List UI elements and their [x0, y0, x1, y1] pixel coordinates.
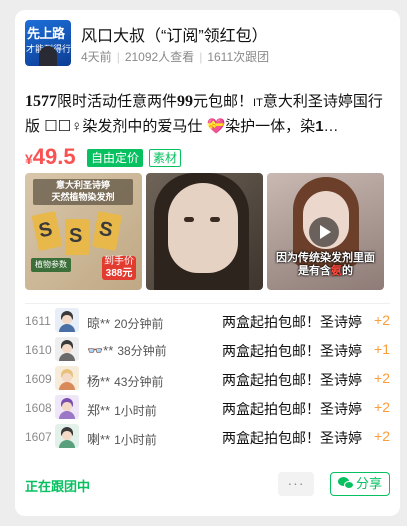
order-number: 1607 — [25, 430, 52, 444]
order-time: 43分钟前 — [114, 375, 164, 389]
free-pricing-tag: 自由定价 — [87, 149, 144, 167]
shop-name[interactable]: 风口大叔（“订阅”领红包） — [81, 22, 268, 46]
order-row[interactable]: 1611 晾** 20分钟前 两盒起拍包邮！圣诗婷 +2 — [25, 306, 390, 335]
product-video-thumbnail[interactable]: 因为传统染发剂里面 是有含氨的 — [267, 173, 384, 290]
packaging-banner: 意大利圣诗婷 天然植物染发剂 — [33, 179, 133, 205]
product-box: S — [31, 210, 63, 252]
order-description: 两盒起拍包邮！圣诗婷 — [222, 372, 362, 388]
product-box: S — [65, 219, 89, 255]
title-ellipsis: … — [323, 118, 339, 135]
wechat-icon — [337, 477, 354, 490]
user-avatar — [55, 395, 79, 419]
price: ¥49.5 — [25, 144, 76, 170]
order-number: 1611 — [25, 314, 51, 328]
model-eye — [184, 217, 194, 222]
user-avatar — [55, 308, 79, 332]
product-image-model[interactable] — [146, 173, 263, 290]
user-name: 郑** — [87, 403, 111, 418]
follower-count: 1611次跟团 — [207, 50, 270, 64]
logo-text: 先上路 — [27, 26, 65, 41]
price-value: 49.5 — [32, 144, 76, 169]
product-box: S — [92, 211, 122, 251]
title-bold-text: 1 — [315, 118, 324, 135]
caption-text: 是有含 — [298, 265, 331, 277]
currency-symbol: ¥ — [25, 151, 33, 167]
order-time: 1小时前 — [114, 404, 157, 418]
shop-avatar[interactable]: 先上路 才能到得行者 — [25, 20, 71, 66]
order-number: 1609 — [25, 372, 52, 386]
more-options-button[interactable]: ··· — [278, 472, 314, 496]
user-name: 👓** — [87, 343, 114, 358]
user-name: 杨** — [87, 374, 111, 389]
title-number: 1577 — [25, 93, 57, 110]
caption-text: 的 — [342, 265, 353, 277]
title-text: 限时活动任意两件 — [57, 93, 178, 110]
title-text: 染发剂中的爱马仕 💝染护一体，染 — [82, 118, 316, 135]
order-number: 1610 — [25, 343, 52, 357]
order-user: 👓** 38分钟前 — [87, 342, 167, 359]
order-quantity: +2 — [374, 370, 390, 386]
promo-price-value: 388元 — [105, 268, 133, 279]
title-small-text: IT — [253, 97, 263, 109]
order-row[interactable]: 1610 👓** 38分钟前 两盒起拍包邮！圣诗婷 +1 — [25, 335, 390, 364]
video-caption-line2: 是有含氨的 — [267, 265, 384, 278]
order-number: 1608 — [25, 401, 52, 415]
order-time: 20分钟前 — [114, 317, 164, 331]
order-user: 杨** 43分钟前 — [87, 371, 163, 390]
caption-highlight: 氨 — [331, 265, 342, 277]
order-quantity: +2 — [374, 399, 390, 415]
view-count: 21092人查看 — [124, 50, 195, 64]
model-eye — [210, 217, 220, 222]
user-avatar — [55, 366, 79, 390]
order-user: 喇** 1小时前 — [87, 429, 157, 448]
order-time: 1小时前 — [114, 433, 157, 447]
order-row[interactable]: 1607 喇** 1小时前 两盒起拍包邮！圣诗婷 +2 — [25, 422, 390, 451]
packaging-banner-line2: 天然植物染发剂 — [51, 192, 115, 202]
play-icon[interactable] — [309, 217, 339, 247]
order-user: 郑** 1小时前 — [87, 400, 157, 419]
order-description: 两盒起拍包邮！圣诗婷 — [222, 314, 362, 330]
ingredient-label: 植物参数 — [31, 258, 71, 272]
posted-time: 4天前 — [81, 50, 112, 64]
user-avatar — [55, 337, 79, 361]
shop-stats: 4天前 | 21092人查看 | 1611次跟团 — [81, 48, 269, 65]
divider — [25, 303, 390, 304]
logo-person-figure — [39, 46, 57, 66]
stats-divider: | — [199, 50, 203, 64]
material-tag[interactable]: 素材 — [149, 149, 182, 167]
video-caption: 因为传统染发剂里面 是有含氨的 — [267, 252, 384, 278]
packaging-banner-line1: 意大利圣诗婷 — [55, 180, 110, 190]
order-row[interactable]: 1608 郑** 1小时前 两盒起拍包邮！圣诗婷 +2 — [25, 393, 390, 422]
promo-price-tag: 到手价 388元 — [102, 256, 136, 280]
share-label: 分享 — [355, 476, 382, 491]
share-button[interactable]: 分享 — [330, 472, 390, 496]
order-description: 两盒起拍包邮！圣诗婷 — [222, 430, 362, 446]
product-title[interactable]: 1577限时活动任意两件99元包邮！IT意大利圣诗婷国行版 ☐☐♀染发剂中的爱马… — [25, 90, 390, 138]
order-user: 晾** 20分钟前 — [87, 313, 163, 332]
user-name: 喇** — [87, 432, 111, 447]
product-image-packaging[interactable]: 意大利圣诗婷 天然植物染发剂 S S S 植物参数 到手价 388元 — [25, 173, 142, 290]
title-emoji-icons: ☐☐♀ — [44, 118, 83, 135]
order-description: 两盒起拍包邮！圣诗婷 — [222, 343, 362, 359]
order-row[interactable]: 1609 杨** 43分钟前 两盒起拍包邮！圣诗婷 +2 — [25, 364, 390, 393]
title-text: 元包邮！ — [193, 93, 254, 110]
order-quantity: +2 — [374, 428, 390, 444]
order-list: 1611 晾** 20分钟前 两盒起拍包邮！圣诗婷 +2 1610 👓** 38分钟… — [25, 306, 390, 451]
video-caption-line1: 因为传统染发剂里面 — [276, 252, 375, 264]
order-quantity: +1 — [374, 341, 390, 357]
user-avatar — [55, 424, 79, 448]
order-time: 38分钟前 — [117, 344, 167, 358]
model-face — [168, 183, 238, 273]
order-description: 两盒起拍包邮！圣诗婷 — [222, 401, 362, 417]
card-footer: 正在跟团中 ··· 分享 — [25, 470, 390, 500]
group-buy-card[interactable]: 先上路 才能到得行者 风口大叔（“订阅”领红包） 4天前 | 21092人查看 | 16… — [15, 10, 400, 516]
order-quantity: +2 — [374, 312, 390, 328]
promo-price-label: 到手价 — [104, 256, 134, 267]
user-name: 晾** — [87, 316, 111, 331]
shop-header[interactable]: 先上路 才能到得行者 风口大叔（“订阅”领红包） 4天前 | 21092人查看 | 16… — [25, 20, 390, 72]
title-number: 99 — [177, 93, 194, 110]
group-status: 正在跟团中 — [25, 479, 91, 494]
stats-divider: | — [116, 50, 120, 64]
product-images: 意大利圣诗婷 天然植物染发剂 S S S 植物参数 到手价 388元 因为传统染… — [25, 173, 390, 290]
